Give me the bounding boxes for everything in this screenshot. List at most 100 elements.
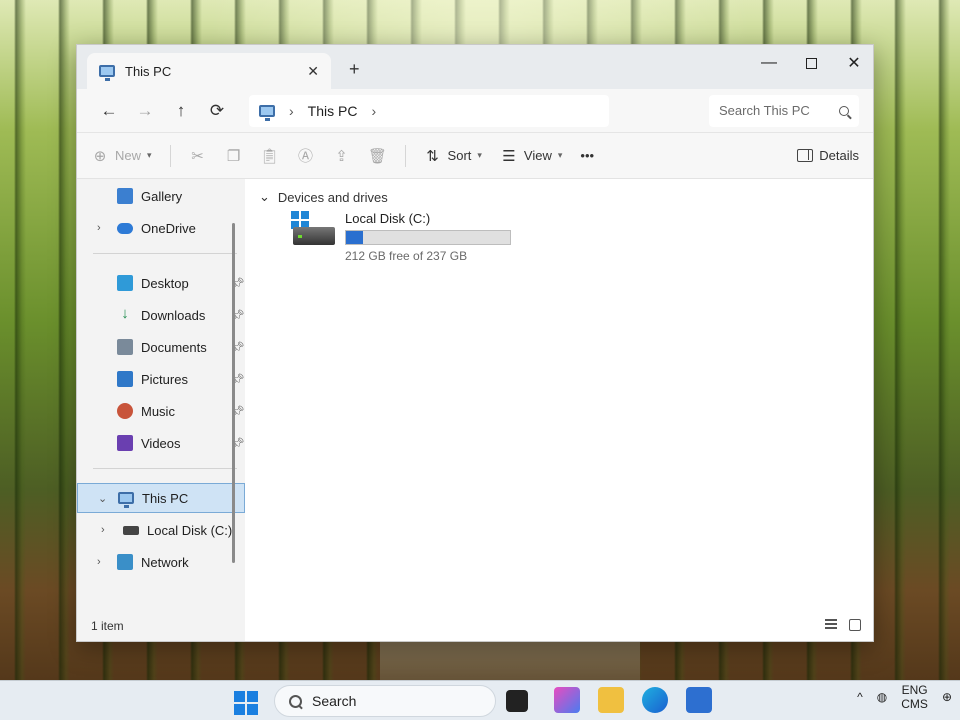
tiles-view-icon[interactable] — [849, 619, 861, 631]
sidebar-item-this-pc[interactable]: ⌄ This PC — [77, 483, 245, 513]
sidebar-item-videos[interactable]: Videos 📌︎ — [77, 428, 245, 458]
sidebar-item-label: Desktop — [141, 275, 189, 291]
sidebar-scrollbar[interactable] — [232, 223, 235, 563]
search-placeholder: Search This PC — [719, 103, 810, 118]
sidebar-item-network[interactable]: › Network — [77, 547, 245, 577]
chevron-down-icon: ▾ — [557, 150, 563, 160]
view-switcher — [825, 619, 861, 631]
sidebar-item-label: OneDrive — [141, 220, 196, 236]
sort-label: Sort — [447, 148, 472, 163]
sidebar-item-music[interactable]: Music 📌︎ — [77, 396, 245, 426]
minimize-button[interactable]: — — [760, 54, 778, 72]
sidebar-item-label: Local Disk (C:) — [147, 522, 233, 538]
sidebar-item-label: Music — [141, 403, 175, 419]
chevron-down-icon[interactable]: ⌄ — [98, 492, 107, 505]
new-label: New — [115, 148, 142, 163]
music-icon — [117, 403, 133, 419]
details-label: Details — [819, 148, 859, 163]
sidebar-item-gallery[interactable]: Gallery — [77, 181, 245, 211]
m365-icon[interactable] — [554, 687, 580, 713]
close-button[interactable]: ✕ — [845, 53, 863, 73]
window-controls: — ✕ — [760, 53, 863, 73]
search-input[interactable]: Search This PC — [709, 94, 859, 127]
monitor-icon — [99, 65, 115, 81]
language-indicator[interactable]: ENG CMS — [901, 683, 928, 711]
file-list: ⌄ Devices and drives Local Disk (C:) 212… — [245, 179, 873, 641]
sort-button[interactable]: ⇅ Sort ▾ — [424, 147, 482, 165]
view-label: View — [523, 148, 552, 163]
taskbar-search[interactable]: Search — [274, 685, 496, 717]
sidebar-item-label: Gallery — [141, 188, 183, 204]
sidebar-item-local-disk[interactable]: › Local Disk (C:) — [77, 515, 245, 545]
view-button[interactable]: ☰ View ▾ — [500, 147, 562, 165]
group-header-label: Devices and drives — [277, 189, 388, 205]
new-tab-button[interactable]: + — [349, 59, 360, 80]
globe-icon[interactable]: ⊕ — [942, 690, 952, 704]
task-view-icon[interactable] — [506, 690, 528, 712]
chevron-right-icon[interactable]: › — [97, 556, 101, 568]
chevron-right-icon[interactable]: › — [97, 222, 101, 234]
network-icon — [117, 554, 133, 570]
gallery-icon — [117, 188, 133, 204]
sidebar-item-label: Documents — [141, 339, 207, 355]
more-options-button[interactable]: ••• — [580, 148, 594, 163]
copy-icon[interactable]: ❐ — [225, 147, 243, 165]
store-icon[interactable] — [686, 687, 712, 713]
address-bar[interactable]: › This PC › — [249, 94, 609, 127]
edge-icon[interactable] — [642, 687, 668, 713]
chevron-down-icon: ▾ — [147, 150, 152, 160]
up-button[interactable]: ↑ — [163, 101, 199, 121]
file-explorer-window: This PC ✕ + — ✕ ← → ↑ ⟳ › This PC › Sear… — [76, 44, 874, 642]
navigation-bar: ← → ↑ ⟳ › This PC › Search This PC — [77, 89, 873, 133]
sidebar-item-desktop[interactable]: Desktop 📌︎ — [77, 268, 245, 298]
paste-icon[interactable]: 📋︎ — [260, 147, 279, 165]
start-button[interactable] — [234, 691, 258, 715]
drive-name: Local Disk (C:) — [345, 211, 431, 226]
navigation-pane: Gallery › OneDrive Desktop 📌︎ ↓ Download… — [77, 179, 245, 641]
tray-chevron-icon[interactable]: ^ — [857, 690, 863, 704]
drive-usage-fill — [346, 231, 364, 244]
cut-icon[interactable]: ✂ — [189, 147, 207, 165]
refresh-button[interactable]: ⟳ — [199, 101, 235, 121]
lang-bottom: CMS — [901, 697, 928, 711]
file-explorer-icon[interactable] — [598, 687, 624, 713]
forward-button[interactable]: → — [127, 101, 163, 121]
drive-icon — [123, 525, 139, 535]
details-pane-icon — [797, 149, 814, 162]
wifi-off-icon[interactable]: ◍ — [877, 690, 887, 704]
sidebar-divider — [93, 253, 237, 254]
drive-tile-local-disk[interactable]: Local Disk (C:) 212 GB free of 237 GB — [291, 211, 511, 263]
share-icon[interactable]: ⇪ — [333, 147, 351, 165]
rename-icon[interactable]: Ⓐ — [297, 147, 315, 165]
sidebar-item-documents[interactable]: Documents 📌︎ — [77, 332, 245, 362]
tab-this-pc[interactable]: This PC ✕ — [87, 53, 331, 89]
download-icon: ↓ — [121, 305, 129, 322]
details-button[interactable]: Details — [797, 148, 859, 163]
sidebar-item-downloads[interactable]: ↓ Downloads 📌︎ — [77, 300, 245, 330]
maximize-button[interactable] — [806, 57, 817, 69]
chevron-right-icon[interactable]: › — [371, 103, 376, 119]
tab-close-button[interactable]: ✕ — [307, 63, 319, 80]
sidebar-item-label: Network — [141, 554, 189, 570]
search-icon — [289, 694, 302, 708]
sidebar-item-onedrive[interactable]: › OneDrive — [77, 213, 245, 243]
status-item-count: 1 item — [91, 619, 124, 633]
breadcrumb-this-pc[interactable]: This PC — [308, 103, 358, 119]
sidebar-divider — [93, 468, 237, 469]
delete-icon[interactable]: 🗑︎ — [368, 147, 387, 165]
sidebar-item-label: This PC — [142, 490, 189, 506]
drive-usage-bar — [345, 230, 511, 245]
lang-top: ENG — [901, 683, 928, 697]
taskbar-search-label: Search — [312, 693, 357, 709]
search-icon — [839, 105, 849, 116]
picture-icon — [117, 371, 133, 387]
chevron-down-icon: ⌄ — [259, 189, 270, 204]
chevron-right-icon[interactable]: › — [101, 524, 105, 536]
back-button[interactable]: ← — [91, 101, 127, 121]
group-header-devices[interactable]: ⌄ Devices and drives — [259, 189, 388, 205]
system-tray: ^ ◍ ENG CMS ⊕ — [857, 683, 952, 711]
sidebar-item-pictures[interactable]: Pictures 📌︎ — [77, 364, 245, 394]
new-button[interactable]: ⊕ New ▾ — [91, 147, 152, 165]
sort-icon: ⇅ — [426, 147, 439, 165]
details-view-icon[interactable] — [825, 619, 837, 629]
